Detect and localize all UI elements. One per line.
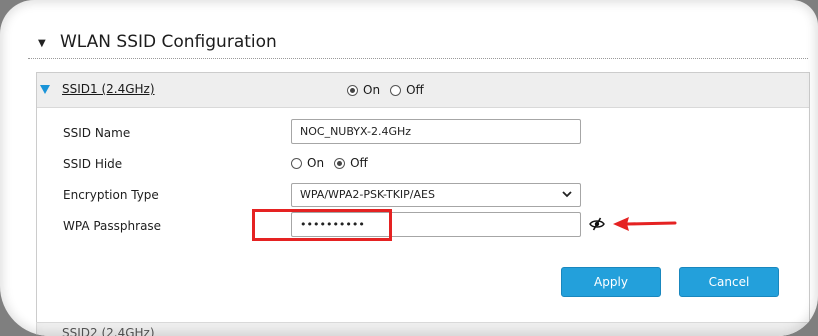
- ssid-hide-on-radio[interactable]: [291, 157, 302, 169]
- encryption-type-value: WPA/WPA2-PSK-TKIP/AES: [300, 188, 435, 201]
- ssid1-on-radio[interactable]: [347, 84, 358, 96]
- passphrase-highlight-annotation: [252, 209, 392, 241]
- encryption-type-select[interactable]: WPA/WPA2-PSK-TKIP/AES: [291, 183, 581, 207]
- ssid1-enable-radio-group: On Off: [347, 83, 434, 97]
- ssid1-on-label: On: [363, 83, 381, 97]
- ssid-name-input[interactable]: [291, 119, 581, 144]
- expand-triangle-icon[interactable]: [40, 85, 50, 94]
- triangle-down-icon[interactable]: ▼: [38, 38, 46, 49]
- ssid2-header-link[interactable]: SSID2 (2.4GHz): [62, 326, 155, 336]
- ssid-hide-off-label: Off: [350, 156, 368, 170]
- cancel-button[interactable]: Cancel: [679, 267, 779, 297]
- section-header[interactable]: ▼ WLAN SSID Configuration: [28, 28, 808, 59]
- ssid2-panel-header: SSID2 (2.4GHz): [36, 322, 810, 336]
- ssid-hide-off-radio[interactable]: [334, 157, 346, 169]
- encryption-type-label: Encryption Type: [63, 188, 159, 202]
- ssid1-header-link[interactable]: SSID1 (2.4GHz): [62, 82, 155, 96]
- chevron-down-icon: [562, 191, 572, 198]
- ssid-hide-label: SSID Hide: [63, 157, 123, 171]
- ssid-hide-radio-group: On Off: [291, 156, 378, 170]
- ssid-hide-on-label: On: [307, 156, 325, 170]
- section-title: WLAN SSID Configuration: [60, 32, 277, 52]
- eye-slash-icon[interactable]: [589, 216, 605, 232]
- red-arrow-left-icon: [613, 217, 677, 231]
- ssid1-panel-header: SSID1 (2.4GHz) On Off: [37, 73, 809, 108]
- ssid-name-label: SSID Name: [63, 126, 131, 140]
- ssid1-off-radio[interactable]: [390, 84, 402, 96]
- apply-button[interactable]: Apply: [561, 267, 661, 297]
- ssid1-off-label: Off: [406, 83, 424, 97]
- ssid1-panel: SSID1 (2.4GHz) On Off SSID Name SSID Hid…: [36, 72, 810, 324]
- wlan-config-card: ▼ WLAN SSID Configuration SSID1 (2.4GHz)…: [0, 0, 818, 336]
- wpa-passphrase-label: WPA Passphrase: [63, 219, 162, 233]
